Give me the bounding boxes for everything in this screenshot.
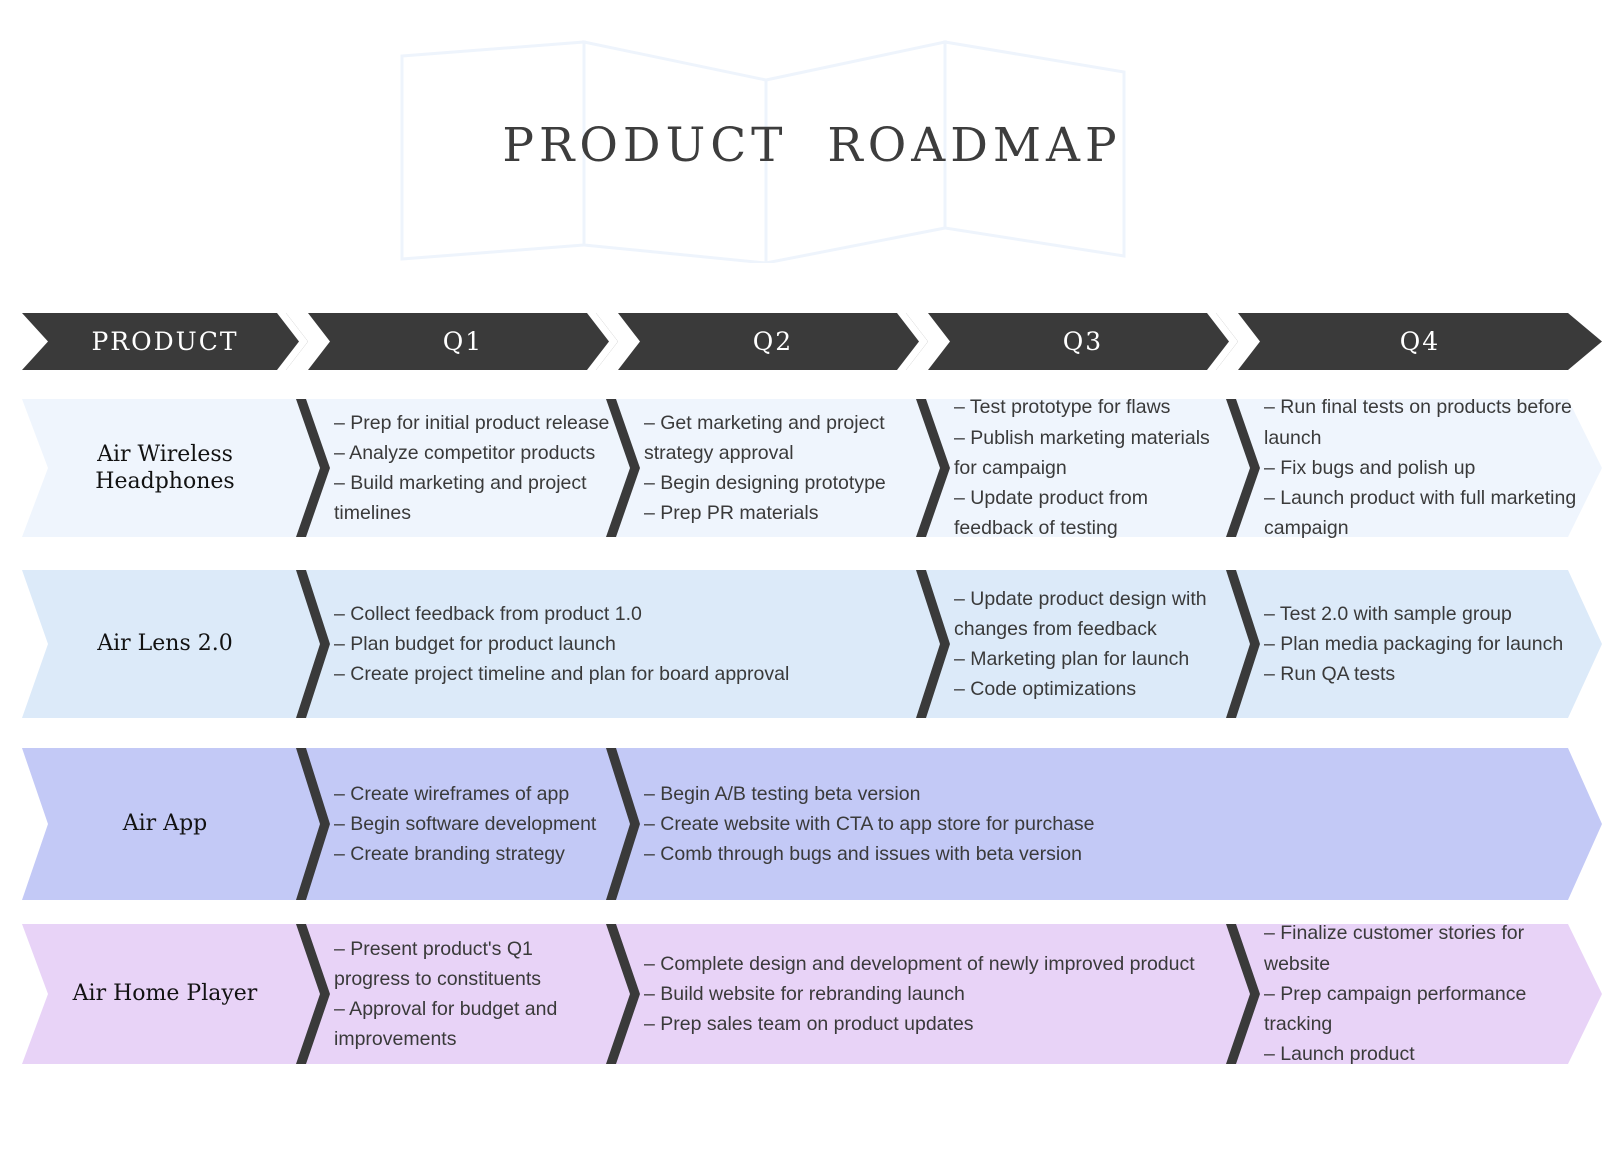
- roadmap-cell: – Begin A/B testing beta version – Create…: [644, 748, 1594, 900]
- cell-task-list: – Complete design and development of new…: [644, 949, 1230, 1040]
- cell-task-item: – Get marketing and project strategy app…: [644, 411, 885, 464]
- header-arrow-segment: [618, 313, 928, 370]
- cell-task-item: – Present product's Q1 progress to const…: [334, 937, 542, 990]
- roadmap-canvas: PRODUCT ROADMAP PRODUCT Q1 Q2 Q3 Q4 Air …: [0, 0, 1624, 1160]
- cell-task-item: – Test prototype for flaws: [954, 396, 1171, 419]
- cell-task-item: – Prep PR materials: [644, 502, 819, 525]
- cell-task-item: – Launch product: [1264, 1043, 1415, 1066]
- cell-task-list: – Test prototype for flaws – Publish mark…: [954, 392, 1230, 543]
- roadmap-cell: – Run final tests on products before lau…: [1264, 396, 1594, 539]
- cell-task-item: – Begin software development: [334, 812, 597, 835]
- row-cells: – Collect feedback from product 1.0 – Pla…: [296, 570, 1602, 718]
- roadmap-cell: – Present product's Q1 progress to const…: [334, 924, 610, 1064]
- cell-task-list: – Begin A/B testing beta version – Create…: [644, 779, 1594, 870]
- cell-task-list: – Collect feedback from product 1.0 – Pla…: [334, 599, 920, 690]
- cell-task-list: – Test 2.0 with sample group – Plan media…: [1264, 599, 1594, 690]
- cell-task-item: – Plan budget for product launch: [334, 632, 616, 655]
- cell-task-item: – Begin A/B testing beta version: [644, 782, 921, 805]
- row-product-label: Air Wireless Headphones: [95, 441, 235, 495]
- cell-task-list: – Run final tests on products before lau…: [1264, 392, 1594, 543]
- roadmap-cell: – Test prototype for flaws – Publish mark…: [954, 396, 1230, 539]
- roadmap-cell: – Update product design with changes fro…: [954, 570, 1230, 718]
- cell-task-item: – Publish marketing materials for campai…: [954, 426, 1210, 479]
- cell-task-item: – Marketing plan for launch: [954, 648, 1190, 670]
- cell-task-item: – Build marketing and project timelines: [334, 472, 587, 525]
- roadmap-row: Air Lens 2.0 – Collect feedback from prod…: [22, 570, 1602, 718]
- header-arrow-segment: [928, 313, 1238, 370]
- page-title: PRODUCT ROADMAP: [502, 118, 1122, 173]
- cell-task-list: – Update product design with changes fro…: [954, 584, 1230, 705]
- row-cells: – Prep for initial product release – Anal…: [296, 396, 1602, 539]
- row-cells: – Create wireframes of app – Begin softwa…: [296, 748, 1602, 900]
- cell-task-item: – Test 2.0 with sample group: [1264, 602, 1512, 625]
- roadmap-row: Air Wireless Headphones – Prep for initia…: [22, 396, 1602, 539]
- cell-task-item: – Comb through bugs and issues with beta…: [644, 843, 1082, 866]
- row-cells: – Present product's Q1 progress to const…: [296, 922, 1602, 1065]
- roadmap-row: Air App – Create wireframes of app – Begin…: [22, 748, 1602, 900]
- row-product-label: Air Home Player: [72, 981, 258, 1007]
- cell-task-item: – Create website with CTA to app store f…: [644, 812, 1095, 835]
- header-arrow-segment: [22, 313, 308, 370]
- cell-task-item: – Update product design with changes fro…: [954, 587, 1207, 640]
- cell-task-item: – Prep for initial product release: [334, 411, 610, 434]
- cell-task-list: – Prep for initial product release – Anal…: [334, 408, 610, 529]
- row-product-label: Air Lens 2.0: [97, 631, 233, 657]
- roadmap-cell: – Create wireframes of app – Begin softwa…: [334, 748, 610, 900]
- cell-task-item: – Prep sales team on product updates: [644, 1013, 974, 1036]
- cell-task-item: – Begin designing prototype: [644, 472, 886, 494]
- cell-task-item: – Complete design and development of new…: [644, 952, 1195, 975]
- cell-task-item: – Create branding strategy: [334, 843, 565, 866]
- cell-task-list: – Create wireframes of app – Begin softwa…: [334, 779, 610, 870]
- cell-task-list: – Finalize customer stories for website –…: [1264, 918, 1594, 1069]
- cell-task-item: – Run final tests on products before lau…: [1264, 396, 1572, 449]
- row-product-label: Air App: [122, 811, 208, 837]
- roadmap-cell: – Collect feedback from product 1.0 – Pla…: [334, 570, 920, 718]
- roadmap-cell: – Prep for initial product release – Anal…: [334, 399, 610, 537]
- cell-task-item: – Fix bugs and polish up: [1264, 456, 1476, 479]
- cell-task-item: – Collect feedback from product 1.0: [334, 602, 642, 625]
- cell-task-list: – Get marketing and project strategy app…: [644, 408, 920, 529]
- cell-task-item: – Approval for budget and improvements: [334, 998, 558, 1051]
- roadmap-cell: – Finalize customer stories for website –…: [1264, 922, 1594, 1065]
- roadmap-row: Air Home Player – Present product's Q1 pr…: [22, 922, 1602, 1065]
- roadmap-cell: – Get marketing and project strategy app…: [644, 399, 920, 537]
- cell-task-item: – Analyze competitor products: [334, 441, 596, 464]
- roadmap-cell: – Test 2.0 with sample group – Plan media…: [1264, 570, 1594, 718]
- cell-task-item: – Prep campaign performance tracking: [1264, 982, 1527, 1036]
- cell-task-item: – Plan media packaging for launch: [1264, 632, 1564, 655]
- cell-task-item: – Build website for rebranding launch: [644, 982, 965, 1005]
- cell-task-item: – Launch product with full marketing cam…: [1264, 487, 1577, 540]
- cell-task-item: – Update product from feedback of testin…: [954, 487, 1149, 540]
- cell-task-item: – Code optimizations: [954, 678, 1137, 701]
- quarter-header-bar: [22, 313, 1602, 370]
- cell-task-item: – Run QA tests: [1264, 663, 1396, 686]
- cell-task-item: – Create wireframes of app: [334, 782, 570, 805]
- cell-task-item: – Finalize customer stories for website: [1264, 922, 1525, 975]
- cell-task-list: – Present product's Q1 progress to const…: [334, 934, 610, 1055]
- header-arrow-segment: [308, 313, 618, 370]
- cell-task-item: – Create project timeline and plan for b…: [334, 663, 790, 686]
- header-arrow-segment: [1238, 313, 1602, 370]
- title-block: PRODUCT ROADMAP: [0, 0, 1624, 300]
- roadmap-cell: – Complete design and development of new…: [644, 924, 1230, 1064]
